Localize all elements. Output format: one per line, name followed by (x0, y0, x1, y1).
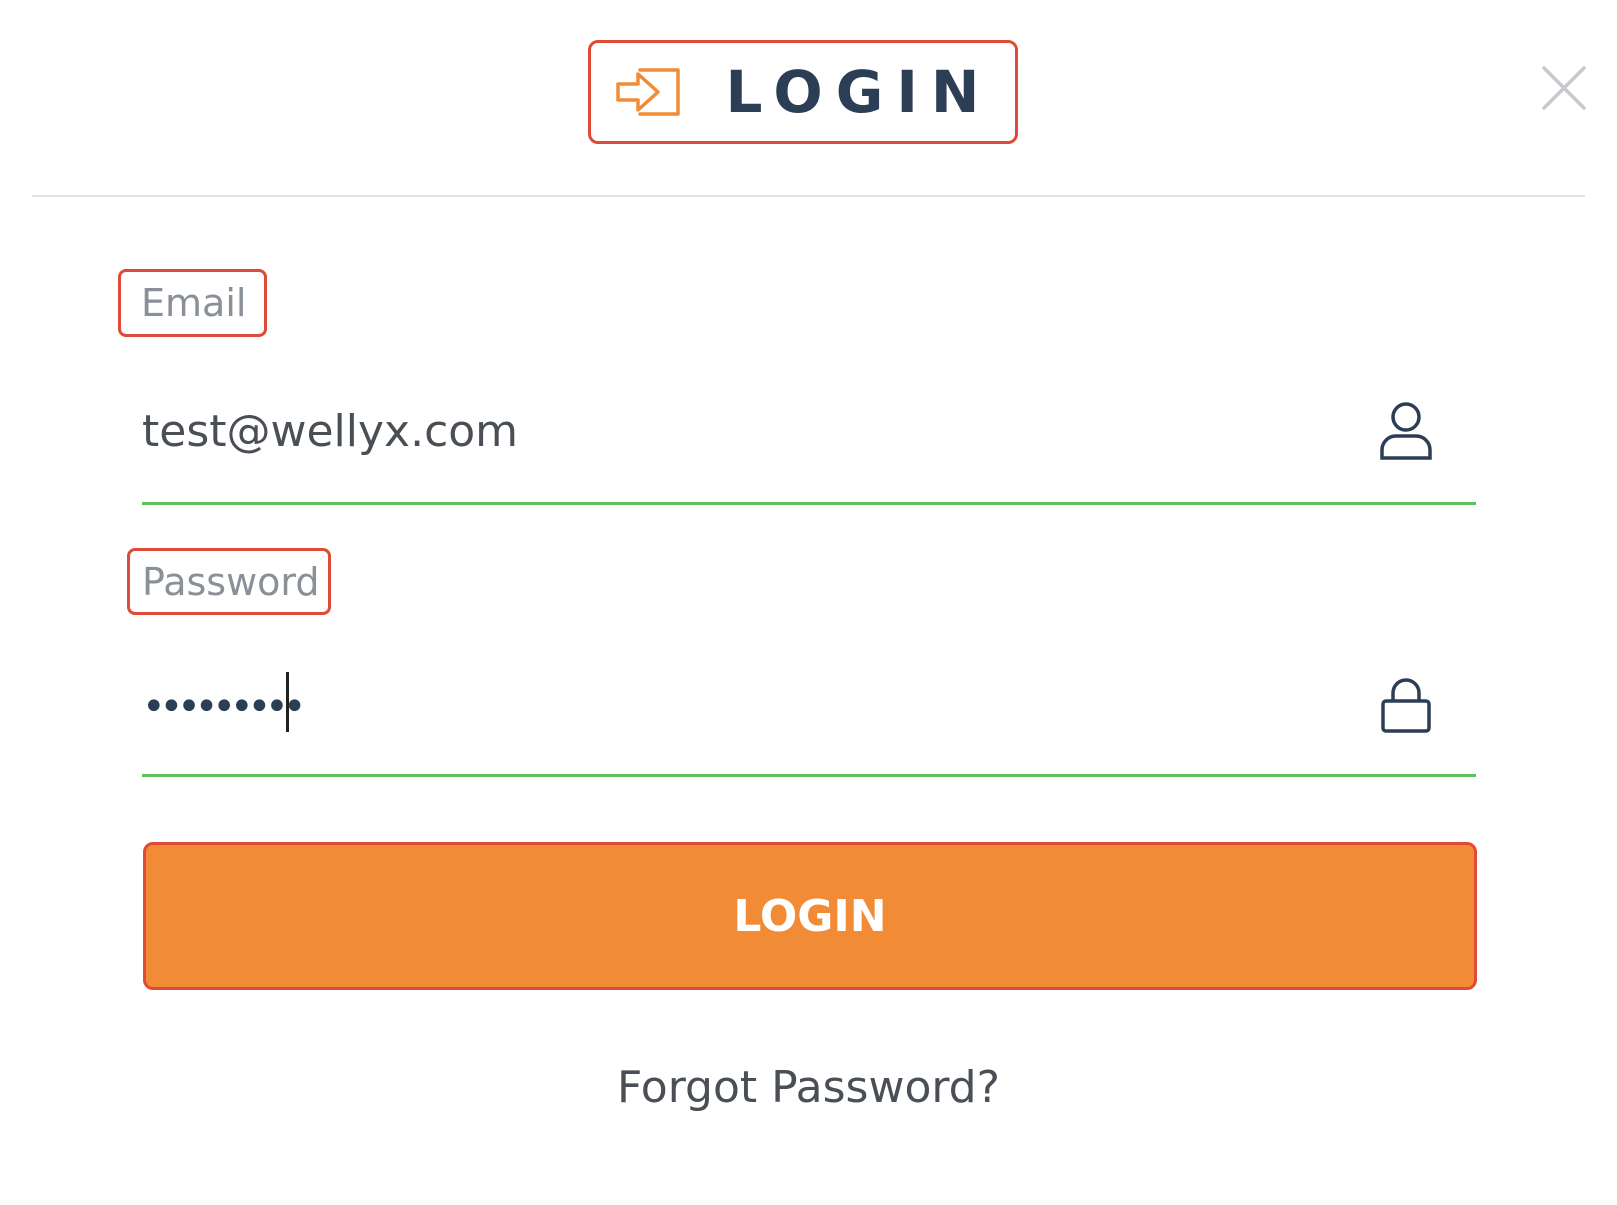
close-button[interactable] (1540, 64, 1588, 112)
password-field[interactable]: ••••••••• (142, 658, 1476, 777)
lock-icon (1378, 675, 1434, 739)
login-button[interactable]: LOGIN (143, 842, 1477, 990)
email-value[interactable]: test@wellyx.com (142, 406, 518, 457)
page-title: LOGIN (725, 58, 993, 126)
password-value[interactable]: ••••••••• (142, 684, 306, 730)
user-icon (1378, 400, 1434, 466)
email-field[interactable]: test@wellyx.com (142, 385, 1476, 505)
close-icon (1540, 66, 1588, 116)
login-header: LOGIN (588, 40, 1018, 144)
forgot-password-link[interactable]: Forgot Password? (0, 1062, 1617, 1113)
header-divider (32, 195, 1585, 197)
email-label: Email (118, 269, 268, 337)
login-arrow-icon (614, 64, 686, 120)
text-cursor (286, 672, 289, 732)
password-label: Password (127, 548, 331, 615)
